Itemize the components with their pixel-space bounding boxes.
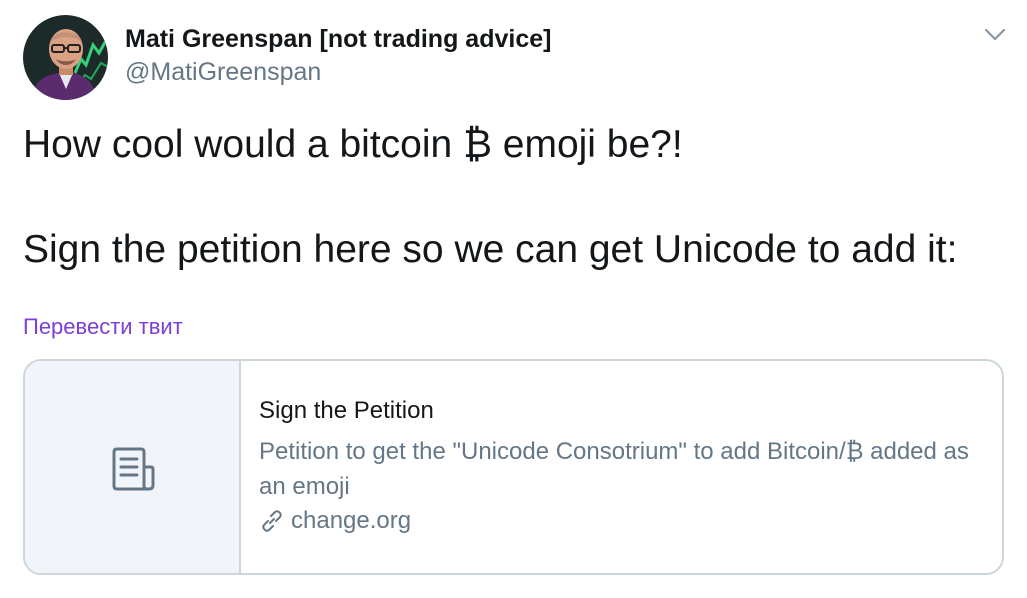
author-display-name[interactable]: Mati Greenspan [not trading advice] [125,25,551,54]
card-domain-text: change.org [291,507,412,534]
link-card[interactable]: Sign the Petition Petition to get the "U… [23,359,1004,575]
avatar[interactable] [23,15,108,100]
document-icon [112,447,155,491]
link-icon [262,510,282,532]
translate-tweet-link[interactable]: Перевести твит [23,314,183,340]
tweet-text-line-1: How cool would a bitcoin ₿ emoji be?! [23,123,683,166]
tweet-text-line-2: Sign the petition here so we can get Uni… [23,228,958,271]
card-title: Sign the Petition [259,397,434,424]
card-thumbnail [25,361,241,573]
card-domain: change.org [259,507,411,535]
card-description: Petition to get the "Unicode Consotrium"… [259,438,969,500]
chevron-down-icon[interactable] [982,24,1008,44]
author-handle[interactable]: @MatiGreenspan [125,58,321,87]
